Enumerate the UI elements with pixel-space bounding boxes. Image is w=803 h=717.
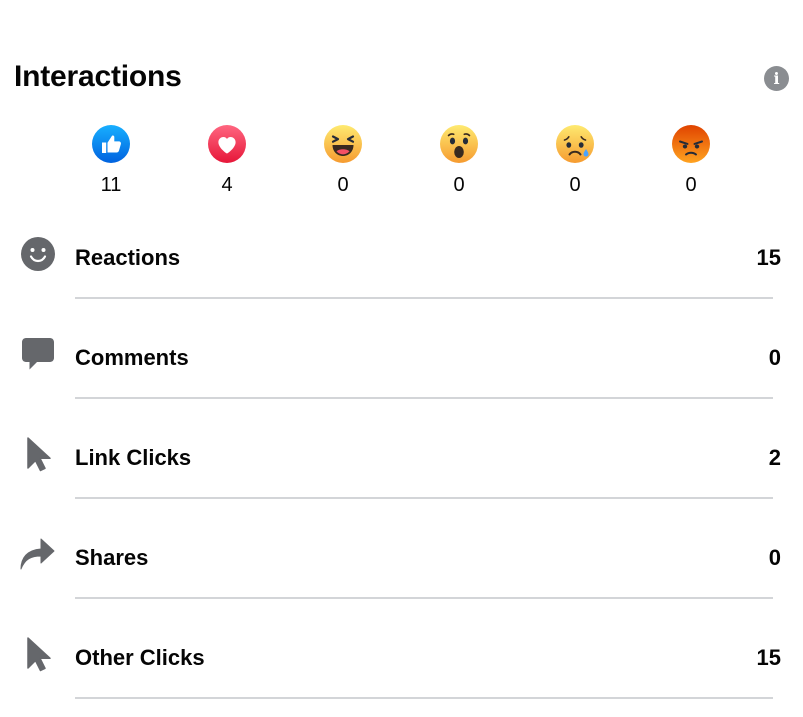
info-glyph: i <box>773 69 780 88</box>
reaction-count: 0 <box>337 174 349 196</box>
smiley-icon <box>21 237 55 271</box>
reaction-count: 4 <box>221 174 233 196</box>
reaction-like: 11 <box>81 124 141 197</box>
metric-row-reactions[interactable]: Reactions 15 <box>0 210 803 310</box>
reaction-breakdown: 11 4 0 0 0 0 <box>0 124 803 204</box>
metric-value: 15 <box>756 645 781 670</box>
reaction-haha: 0 <box>313 124 373 197</box>
reaction-love: 4 <box>197 124 257 197</box>
metric-label: Reactions <box>75 245 181 270</box>
metric-label: Shares <box>75 545 149 570</box>
metric-value: 2 <box>768 445 781 470</box>
metric-row-shares[interactable]: Shares 0 <box>0 510 803 610</box>
like-icon <box>92 125 130 163</box>
page-title: Interactions <box>14 60 182 93</box>
metric-value: 0 <box>768 345 781 370</box>
reaction-sad: 0 <box>545 124 605 197</box>
divider <box>75 297 773 299</box>
metric-row-other-clicks[interactable]: Other Clicks 15 <box>0 610 803 710</box>
interactions-header: Interactions i <box>14 56 789 100</box>
divider <box>75 397 773 399</box>
angry-icon <box>672 125 710 163</box>
reaction-count: 0 <box>453 174 465 196</box>
haha-icon <box>324 125 362 163</box>
metric-label: Comments <box>75 345 189 370</box>
metric-label: Link Clicks <box>75 445 192 470</box>
metric-value: 15 <box>756 245 781 270</box>
love-icon <box>208 125 246 163</box>
divider <box>75 597 773 599</box>
wow-icon <box>440 125 478 163</box>
metric-value: 0 <box>768 545 781 570</box>
metric-row-comments[interactable]: Comments 0 <box>0 310 803 410</box>
metric-row-link-clicks[interactable]: Link Clicks 2 <box>0 410 803 510</box>
comment-bubble-icon <box>22 338 54 370</box>
reaction-count: 0 <box>569 174 581 196</box>
metric-label: Other Clicks <box>75 645 205 670</box>
reaction-count: 11 <box>100 174 122 196</box>
reaction-count: 0 <box>685 174 697 196</box>
info-icon[interactable]: i <box>764 66 789 91</box>
sad-icon <box>556 125 594 163</box>
cursor-icon <box>27 437 51 472</box>
cursor-icon <box>27 637 51 672</box>
reaction-wow: 0 <box>429 124 489 197</box>
share-arrow-icon <box>20 538 55 570</box>
reaction-angry: 0 <box>661 124 721 197</box>
divider <box>75 697 773 699</box>
divider <box>75 497 773 499</box>
